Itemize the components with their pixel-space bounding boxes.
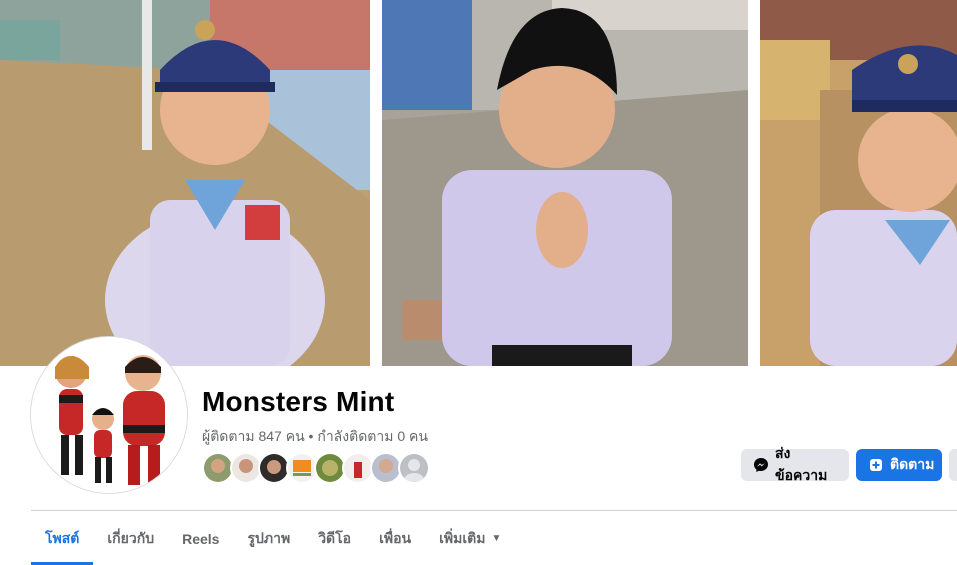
tab-label: เกี่ยวกับ xyxy=(107,529,155,546)
follower-avatars[interactable] xyxy=(202,452,430,484)
follower-stats: ผู้ติดตาม 847 คน • กำลังติดตาม 0 คน xyxy=(202,426,428,448)
stats-separator: • xyxy=(304,428,318,444)
follower-avatar[interactable] xyxy=(398,452,430,484)
message-button-label: ส่งข้อความ xyxy=(775,445,828,483)
follow-plus-icon xyxy=(868,457,884,473)
caret-down-icon: ▼ xyxy=(491,533,502,544)
tab-about[interactable]: เกี่ยวกับ xyxy=(93,512,168,565)
tab-label: โพสต์ xyxy=(45,529,80,546)
message-button[interactable]: ส่งข้อความ xyxy=(741,445,849,483)
messenger-icon xyxy=(753,457,769,473)
tab-more[interactable]: เพิ่มเติม ▼ xyxy=(425,512,515,565)
tab-posts[interactable]: โพสต์ xyxy=(31,512,94,565)
tab-friends[interactable]: เพื่อน xyxy=(365,512,425,565)
follow-button[interactable]: ติดตาม xyxy=(856,449,942,481)
more-options-button[interactable] xyxy=(949,449,957,481)
tab-label: วิดีโอ xyxy=(318,529,352,546)
page-title: Monsters Mint xyxy=(202,386,395,417)
tabs-divider xyxy=(31,510,957,511)
cover-photo-panel-1 xyxy=(0,0,370,366)
cover-photo-panel-3 xyxy=(760,0,957,366)
following-count-link[interactable]: กำลังติดตาม 0 คน xyxy=(317,428,428,444)
tab-label: เพิ่มเติม xyxy=(439,529,486,546)
tab-videos[interactable]: วิดีโอ xyxy=(304,512,365,565)
tab-label: รูปภาพ xyxy=(247,529,291,546)
tab-label: เพื่อน xyxy=(379,529,412,546)
profile-picture[interactable] xyxy=(31,337,187,493)
cover-photo-panel-2 xyxy=(382,0,748,366)
follow-button-label: ติดตาม xyxy=(890,456,935,472)
tab-label: Reels xyxy=(182,530,220,547)
cover-photo[interactable] xyxy=(0,0,957,366)
tab-reels[interactable]: Reels xyxy=(168,512,233,565)
tab-photos[interactable]: รูปภาพ xyxy=(233,512,304,565)
page-tabs: โพสต์ เกี่ยวกับ Reels รูปภาพ วิดีโอ เพื่… xyxy=(31,512,515,565)
followers-count-link[interactable]: ผู้ติดตาม 847 คน xyxy=(202,428,305,444)
